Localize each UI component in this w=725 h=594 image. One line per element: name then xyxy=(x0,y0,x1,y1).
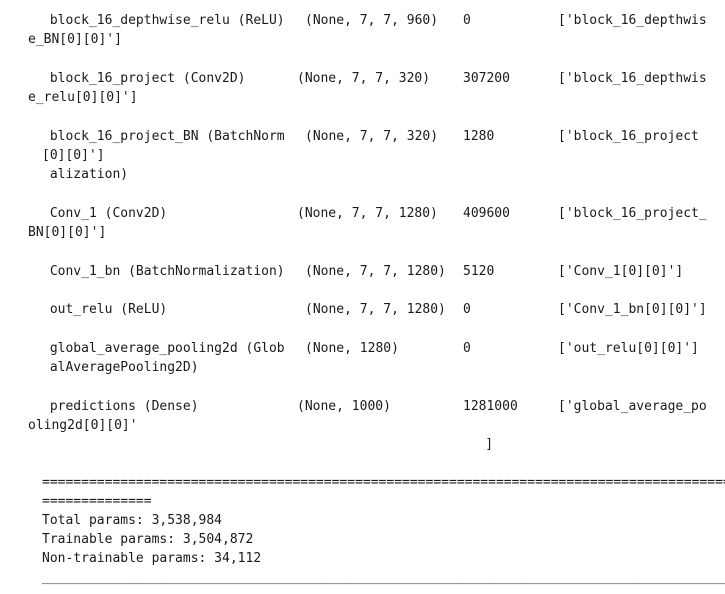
connected-to: ['block_16_depthwis xyxy=(558,71,707,86)
trainable-params: Trainable params: 3,504,872 xyxy=(42,532,254,547)
param-count: 0 xyxy=(463,341,471,356)
wrapped-text: ] xyxy=(0,437,494,452)
param-count: 1280 xyxy=(463,129,495,144)
param-count: 1281000 xyxy=(463,399,518,414)
connected-to: ['out_relu[0][0]'] xyxy=(558,341,699,356)
wrapped-text: e_relu[0][0]'] xyxy=(28,90,138,105)
output-shape: (None, 7, 7, 1280) xyxy=(305,302,446,317)
wrapped-text: alization) xyxy=(42,167,129,182)
connected-to: ['Conv_1_bn[0][0]'] xyxy=(558,302,707,317)
double-rule: ========================================… xyxy=(42,475,725,490)
layer-name: block_16_project_BN (BatchNorm xyxy=(42,129,285,144)
output-shape: (None, 7, 7, 320) xyxy=(297,71,431,86)
output-shape: (None, 7, 7, 960) xyxy=(305,13,439,28)
param-count: 307200 xyxy=(463,71,510,86)
layer-name: out_relu (ReLU) xyxy=(42,302,168,317)
wrapped-text: [0][0]'] xyxy=(42,148,105,163)
layer-name: global_average_pooling2d (Glob xyxy=(42,341,285,356)
layer-name: block_16_project (Conv2D) xyxy=(42,71,246,86)
output-shape: (None, 1280) xyxy=(305,341,399,356)
non-trainable-params: Non-trainable params: 34,112 xyxy=(42,551,262,566)
layer-name: Conv_1 (Conv2D) xyxy=(42,206,168,221)
param-count: 5120 xyxy=(463,264,495,279)
single-rule: ________________________________________… xyxy=(42,570,725,585)
param-count: 0 xyxy=(463,302,471,317)
layer-name: predictions (Dense) xyxy=(42,399,199,414)
param-count: 409600 xyxy=(463,206,510,221)
connected-to: ['block_16_project xyxy=(558,129,699,144)
output-shape: (None, 7, 7, 1280) xyxy=(297,206,438,221)
wrapped-text: e_BN[0][0]'] xyxy=(28,32,122,47)
connected-to: ['block_16_project_ xyxy=(558,206,707,221)
layer-name: block_16_depthwise_relu (ReLU) xyxy=(42,13,285,28)
layer-name: Conv_1_bn (BatchNormalization) xyxy=(42,264,285,279)
output-shape: (None, 1000) xyxy=(297,399,391,414)
wrapped-text: alAveragePooling2D) xyxy=(42,360,199,375)
output-shape: (None, 7, 7, 320) xyxy=(305,129,439,144)
param-count: 0 xyxy=(463,13,471,28)
connected-to: ['block_16_depthwis xyxy=(558,13,707,28)
model-summary-output: block_16_depthwise_relu (ReLU) (None, 7,… xyxy=(0,0,725,594)
output-shape: (None, 7, 7, 1280) xyxy=(305,264,446,279)
wrapped-text: BN[0][0]'] xyxy=(28,225,107,240)
connected-to: ['Conv_1[0][0]'] xyxy=(558,264,684,279)
total-params: Total params: 3,538,984 xyxy=(42,513,223,528)
wrapped-text: oling2d[0][0]' xyxy=(28,418,138,433)
double-rule-wrap: ============== xyxy=(42,494,152,509)
connected-to: ['global_average_po xyxy=(558,399,707,414)
